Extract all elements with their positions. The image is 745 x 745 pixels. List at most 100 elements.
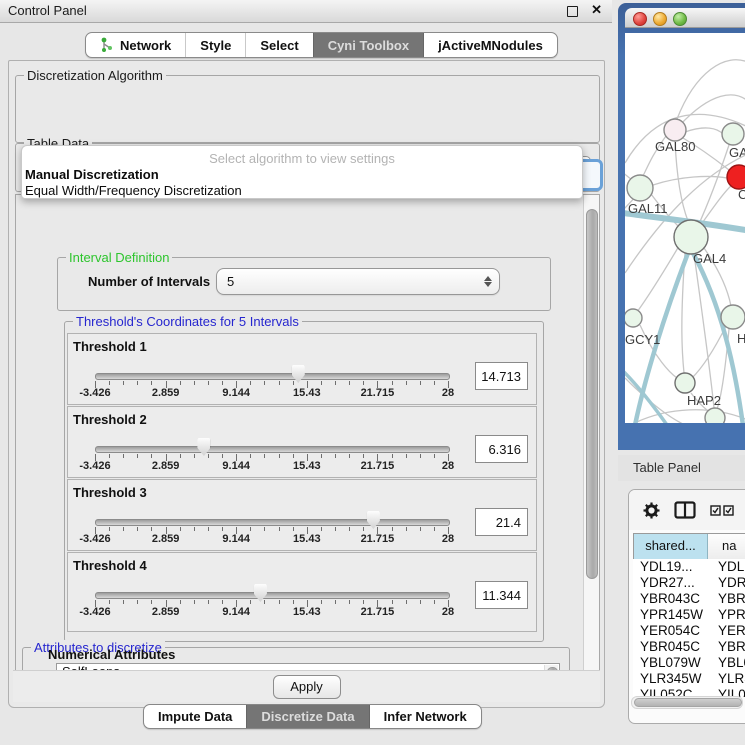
cell-name[interactable]: YDL1 (707, 559, 745, 575)
close-traffic-light[interactable] (633, 12, 647, 26)
threshold-4-value-field[interactable]: 11.344 (475, 581, 528, 609)
apply-button[interactable]: Apply (273, 675, 341, 699)
cell-name[interactable]: YLR3 (707, 671, 745, 687)
tab-impute-data[interactable]: Impute Data (144, 705, 247, 728)
table-row[interactable]: YBR043CYBR0 (633, 591, 745, 607)
tick-label: 15.43 (293, 460, 321, 472)
interval-definition-title: Interval Definition (66, 250, 172, 265)
cell-name[interactable]: YBL0 (707, 655, 745, 671)
cell-shared-name[interactable]: YBR045C (633, 639, 707, 655)
close-icon[interactable]: ✕ (591, 2, 602, 18)
table-toolbar (629, 490, 745, 530)
table-row[interactable]: YDR27...YDR2 (633, 575, 745, 591)
network-canvas[interactable]: GAL80GACGAL11GAL4GCY1HHAP2 (625, 33, 745, 423)
threshold-4-slider-track[interactable] (95, 592, 450, 599)
discretization-algorithm-group-title: Discretization Algorithm (24, 68, 166, 83)
tab-style[interactable]: Style (186, 33, 246, 57)
panel-scrollbar-thumb[interactable] (586, 209, 598, 579)
tab-jactivemnodules[interactable]: jActiveMNodules (424, 33, 557, 57)
tab-discretize-data[interactable]: Discretize Data (247, 705, 369, 728)
network-node[interactable] (722, 123, 744, 145)
cell-shared-name[interactable]: YDL19... (633, 559, 707, 575)
tick-label: -3.426 (79, 533, 110, 545)
network-node[interactable] (721, 305, 745, 329)
cell-shared-name[interactable]: YPR145W (633, 607, 707, 623)
dropdown-option-equal-width[interactable]: Equal Width/Frequency Discretization (25, 183, 242, 198)
node-label: C (738, 187, 745, 202)
network-node[interactable] (674, 220, 708, 254)
network-node[interactable] (627, 175, 653, 201)
tab-infer-network[interactable]: Infer Network (370, 705, 481, 728)
network-node[interactable] (664, 119, 686, 141)
settings-gear-icon[interactable] (643, 502, 660, 519)
top-tab-bar: Network Style Select Cyni Toolbox jActiv… (85, 32, 558, 58)
table-horizontal-scrollbar[interactable] (631, 696, 743, 709)
tick-label: 2.859 (152, 533, 180, 545)
network-node[interactable] (727, 165, 745, 189)
cell-name[interactable]: YPR1 (707, 607, 745, 623)
threshold-2-label: Threshold 2 (73, 412, 147, 427)
threshold-2-slider-track[interactable] (95, 446, 450, 453)
node-label: GAL11 (628, 201, 668, 216)
threshold-1-slider-track[interactable] (95, 373, 450, 380)
node-label: GA (729, 145, 745, 160)
cell-shared-name[interactable]: YLR345W (633, 671, 707, 687)
split-columns-icon[interactable] (674, 501, 696, 519)
application-root: Control Panel ✕ Network Style Select Cyn… (0, 0, 745, 745)
panel-scrollbar[interactable] (583, 195, 599, 670)
tick-label: 2.859 (152, 606, 180, 618)
table-row[interactable]: YDL19...YDL1 (633, 559, 745, 575)
tab-select[interactable]: Select (246, 33, 313, 57)
cell-shared-name[interactable]: YBR043C (633, 591, 707, 607)
network-node[interactable] (705, 408, 725, 423)
network-node[interactable] (625, 309, 642, 327)
tab-network-label: Network (120, 38, 171, 53)
threshold-3-slider-track[interactable] (95, 519, 450, 526)
cyni-panel: Discretization Algorithm Select algorith… (8, 60, 605, 708)
threshold-1-value-field[interactable]: 14.713 (475, 362, 528, 390)
number-of-intervals-value: 5 (217, 274, 477, 289)
tab-cyni-toolbox[interactable]: Cyni Toolbox (314, 33, 424, 57)
tick-label: 15.43 (293, 606, 321, 618)
threshold-1-panel: Threshold 1 -3.4262.8599.14415.4321.7152… (67, 333, 537, 405)
slider-tick-labels: -3.4262.8599.14415.4321.71528 (95, 387, 448, 399)
tab-impute-data-label: Impute Data (158, 709, 232, 724)
tab-network[interactable]: Network (86, 33, 186, 57)
tick-label: 9.144 (222, 606, 250, 618)
tick-label: 9.144 (222, 460, 250, 472)
cell-shared-name[interactable]: YBL079W (633, 655, 707, 671)
table-hscrollbar-thumb[interactable] (634, 698, 742, 707)
tick-label: 21.715 (361, 533, 395, 545)
interval-definition-group: Interval Definition Number of Intervals … (57, 257, 551, 311)
threshold-2-value-field[interactable]: 6.316 (475, 435, 528, 463)
number-of-intervals-combobox[interactable]: 5 (216, 268, 500, 295)
float-window-icon[interactable] (567, 6, 578, 17)
zoom-traffic-light[interactable] (673, 12, 687, 26)
network-node[interactable] (675, 373, 695, 393)
cell-name[interactable]: YDR2 (707, 575, 745, 591)
table-row[interactable]: YPR145WYPR1 (633, 607, 745, 623)
tick-label: 9.144 (222, 387, 250, 399)
minimize-traffic-light[interactable] (653, 12, 667, 26)
column-header-shared-name[interactable]: shared... (634, 534, 708, 559)
dropdown-option-manual-discretization[interactable]: Manual Discretization (25, 167, 159, 182)
tab-discretize-data-label: Discretize Data (261, 709, 354, 724)
column-header-name[interactable]: na (708, 534, 745, 559)
cell-name[interactable]: YBR0 (707, 639, 745, 655)
number-of-intervals-label: Number of Intervals (88, 274, 210, 289)
tick-label: 28 (442, 460, 454, 472)
cell-name[interactable]: YBR0 (707, 591, 745, 607)
table-row[interactable]: YBR045CYBR0 (633, 639, 745, 655)
cell-shared-name[interactable]: YDR27... (633, 575, 707, 591)
table-row[interactable]: YER054CYER0 (633, 623, 745, 639)
checkbox-pair-icon[interactable] (710, 505, 734, 516)
tab-jactivemnodules-label: jActiveMNodules (438, 38, 543, 53)
cell-shared-name[interactable]: YER054C (633, 623, 707, 639)
table-row[interactable]: YBL079WYBL0 (633, 655, 745, 671)
threshold-3-value-field[interactable]: 21.4 (475, 508, 528, 536)
tab-infer-network-label: Infer Network (384, 709, 467, 724)
combo-spinner-icon[interactable] (477, 276, 499, 287)
table-row[interactable]: YLR345WYLR3 (633, 671, 745, 687)
table-panel-title: Table Panel (633, 460, 701, 475)
cell-name[interactable]: YER0 (707, 623, 745, 639)
